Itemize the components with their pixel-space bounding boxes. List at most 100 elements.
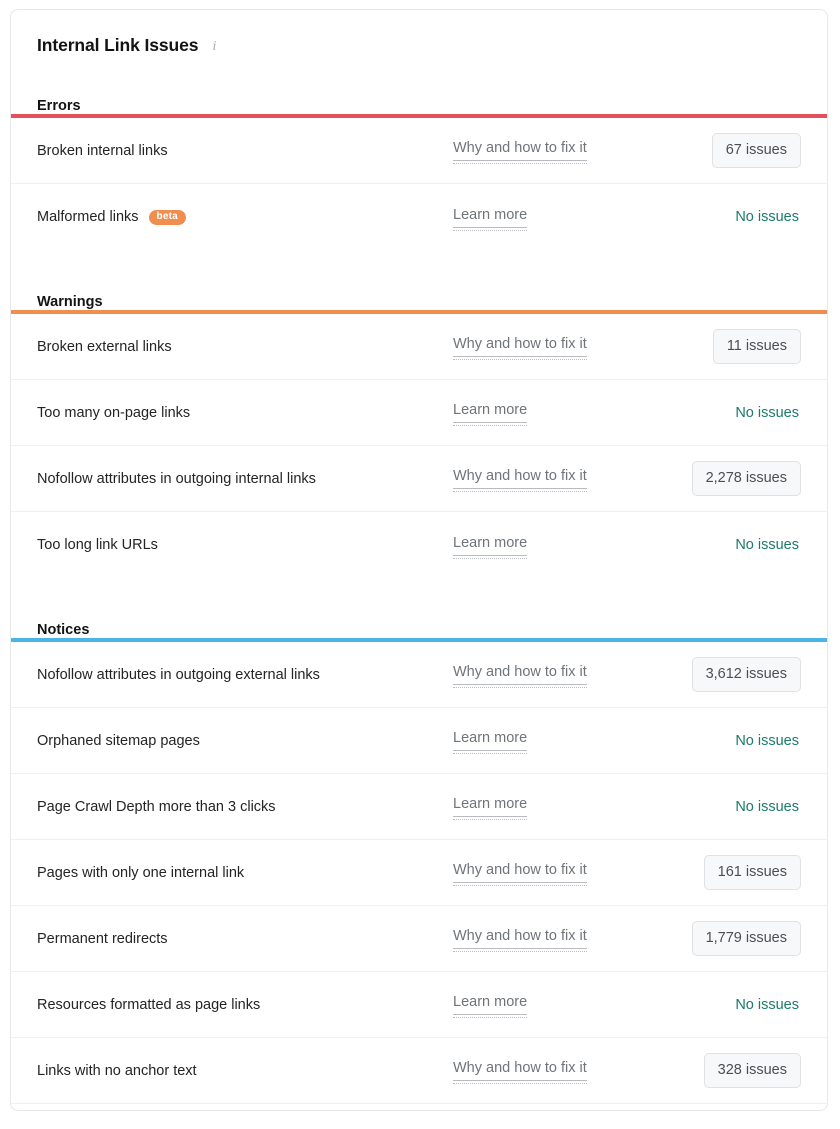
- help-link-cell: Why and how to fix it: [453, 664, 653, 685]
- help-link[interactable]: Why and how to fix it: [453, 468, 587, 489]
- section-heading: Notices: [11, 608, 827, 638]
- issue-count-button[interactable]: 67 issues: [712, 133, 801, 168]
- help-link[interactable]: Why and how to fix it: [453, 140, 587, 161]
- issue-name: Too long link URLs: [37, 537, 158, 553]
- issue-count-button[interactable]: 2,278 issues: [692, 461, 801, 496]
- issue-name: Page Crawl Depth more than 3 clicks: [37, 799, 276, 815]
- issue-name: Links with no anchor text: [37, 1063, 197, 1079]
- issue-count-button[interactable]: 328 issues: [704, 1053, 801, 1088]
- issue-count-cell: No issues: [653, 537, 801, 553]
- issue-rows: Broken internal links Why and how to fix …: [11, 118, 827, 250]
- table-row: Nofollow attributes in outgoing external…: [11, 642, 827, 708]
- info-icon[interactable]: i: [207, 40, 221, 54]
- issue-name-label: Nofollow attributes in outgoing internal…: [37, 471, 316, 487]
- section-warnings: Warnings Broken external links Why and how…: [11, 280, 827, 578]
- section-errors: Errors Broken internal links Why and how t…: [11, 84, 827, 250]
- issue-count-cell: 1,779 issues: [653, 921, 801, 956]
- issue-name-label: Permanent redirects: [37, 931, 168, 947]
- issue-name-label: Page Crawl Depth more than 3 clicks: [37, 799, 276, 815]
- issue-name: Pages with only one internal link: [37, 865, 244, 881]
- issue-count-button[interactable]: 1,779 issues: [692, 921, 801, 956]
- issue-name: Broken internal links: [37, 143, 168, 159]
- table-row: Pages with only one internal link Why and…: [11, 840, 827, 906]
- issue-count-cell: 2,278 issues: [653, 461, 801, 496]
- issue-name-label: Links with no anchor text: [37, 1063, 197, 1079]
- table-row: Malformed links beta Learn more No issues: [11, 184, 827, 250]
- help-link-cell: Learn more: [453, 535, 653, 556]
- issue-count-cell: 328 issues: [653, 1053, 801, 1088]
- issue-name: Broken external links: [37, 339, 172, 355]
- table-row: Nofollow attributes in outgoing internal…: [11, 446, 827, 512]
- section-heading: Errors: [11, 84, 827, 114]
- table-row: Links with no anchor text Why and how to …: [11, 1038, 827, 1104]
- issue-name-label: Broken external links: [37, 339, 172, 355]
- help-link-cell: Why and how to fix it: [453, 140, 653, 161]
- section-notices: Notices Nofollow attributes in outgoing e…: [11, 608, 827, 1111]
- no-issues-label: No issues: [735, 799, 801, 815]
- help-link-cell: Learn more: [453, 207, 653, 228]
- issue-name: Nofollow attributes in outgoing internal…: [37, 471, 316, 487]
- no-issues-label: No issues: [735, 997, 801, 1013]
- page-title: Internal Link Issues: [37, 37, 198, 55]
- issue-count-button[interactable]: 11 issues: [713, 329, 801, 364]
- issue-rows: Broken external links Why and how to fix …: [11, 314, 827, 578]
- no-issues-label: No issues: [735, 537, 801, 553]
- beta-badge: beta: [149, 210, 186, 225]
- issue-name: Orphaned sitemap pages: [37, 733, 200, 749]
- internal-link-issues-card: Internal Link Issues i Errors Broken inte…: [10, 9, 828, 1111]
- table-row: Broken internal links Why and how to fix …: [11, 118, 827, 184]
- help-link[interactable]: Why and how to fix it: [453, 862, 587, 883]
- help-link[interactable]: Learn more: [453, 796, 527, 817]
- table-row: Broken external links Why and how to fix …: [11, 314, 827, 380]
- help-link[interactable]: Why and how to fix it: [453, 928, 587, 949]
- issue-count-button[interactable]: 161 issues: [704, 855, 801, 890]
- issue-name-label: Too long link URLs: [37, 537, 158, 553]
- help-link-cell: Learn more: [453, 402, 653, 423]
- issue-count-cell: No issues: [653, 733, 801, 749]
- issue-name-label: Orphaned sitemap pages: [37, 733, 200, 749]
- help-link-cell: Why and how to fix it: [453, 1060, 653, 1081]
- help-link[interactable]: Learn more: [453, 994, 527, 1015]
- table-row: Page Crawl Depth more than 3 clicks Learn…: [11, 774, 827, 840]
- issue-name-label: Broken internal links: [37, 143, 168, 159]
- help-link-cell: Why and how to fix it: [453, 862, 653, 883]
- table-row: Too many on-page links Learn more No issue…: [11, 380, 827, 446]
- section-heading: Warnings: [11, 280, 827, 310]
- table-row: Resources formatted as page links Learn m…: [11, 972, 827, 1038]
- issue-count-cell: No issues: [653, 997, 801, 1013]
- issue-name-label: Pages with only one internal link: [37, 865, 244, 881]
- help-link-cell: Learn more: [453, 994, 653, 1015]
- issue-name-label: Too many on-page links: [37, 405, 190, 421]
- no-issues-label: No issues: [735, 209, 801, 225]
- issue-rows: Nofollow attributes in outgoing external…: [11, 642, 827, 1111]
- issue-name-label: Nofollow attributes in outgoing external…: [37, 667, 320, 683]
- help-link[interactable]: Why and how to fix it: [453, 664, 587, 685]
- issue-count-cell: No issues: [653, 405, 801, 421]
- issue-name: Resources formatted as page links: [37, 997, 260, 1013]
- help-link-cell: Learn more: [453, 796, 653, 817]
- help-link-cell: Why and how to fix it: [453, 928, 653, 949]
- help-link-cell: Why and how to fix it: [453, 468, 653, 489]
- no-issues-label: No issues: [735, 405, 801, 421]
- help-link[interactable]: Learn more: [453, 402, 527, 423]
- issue-name: Malformed links beta: [37, 209, 186, 225]
- table-row: Links with non-descriptive anchor textWh…: [11, 1104, 827, 1111]
- issue-name-label: Resources formatted as page links: [37, 997, 260, 1013]
- help-link[interactable]: Why and how to fix it: [453, 336, 587, 357]
- issue-name-label: Malformed links: [37, 209, 139, 225]
- help-link[interactable]: Why and how to fix it: [453, 1060, 587, 1081]
- issue-count-cell: 11 issues: [653, 329, 801, 364]
- table-row: Orphaned sitemap pages Learn more No issue…: [11, 708, 827, 774]
- help-link[interactable]: Learn more: [453, 207, 527, 228]
- issue-name: Nofollow attributes in outgoing external…: [37, 667, 320, 683]
- help-link-cell: Why and how to fix it: [453, 336, 653, 357]
- table-row: Permanent redirects Why and how to fix it…: [11, 906, 827, 972]
- no-issues-label: No issues: [735, 733, 801, 749]
- issue-name: Too many on-page links: [37, 405, 190, 421]
- issue-count-cell: 3,612 issues: [653, 657, 801, 692]
- sections-host: Errors Broken internal links Why and how t…: [11, 84, 827, 1111]
- help-link[interactable]: Learn more: [453, 535, 527, 556]
- issue-count-button[interactable]: 3,612 issues: [692, 657, 801, 692]
- issue-count-cell: 67 issues: [653, 133, 801, 168]
- help-link[interactable]: Learn more: [453, 730, 527, 751]
